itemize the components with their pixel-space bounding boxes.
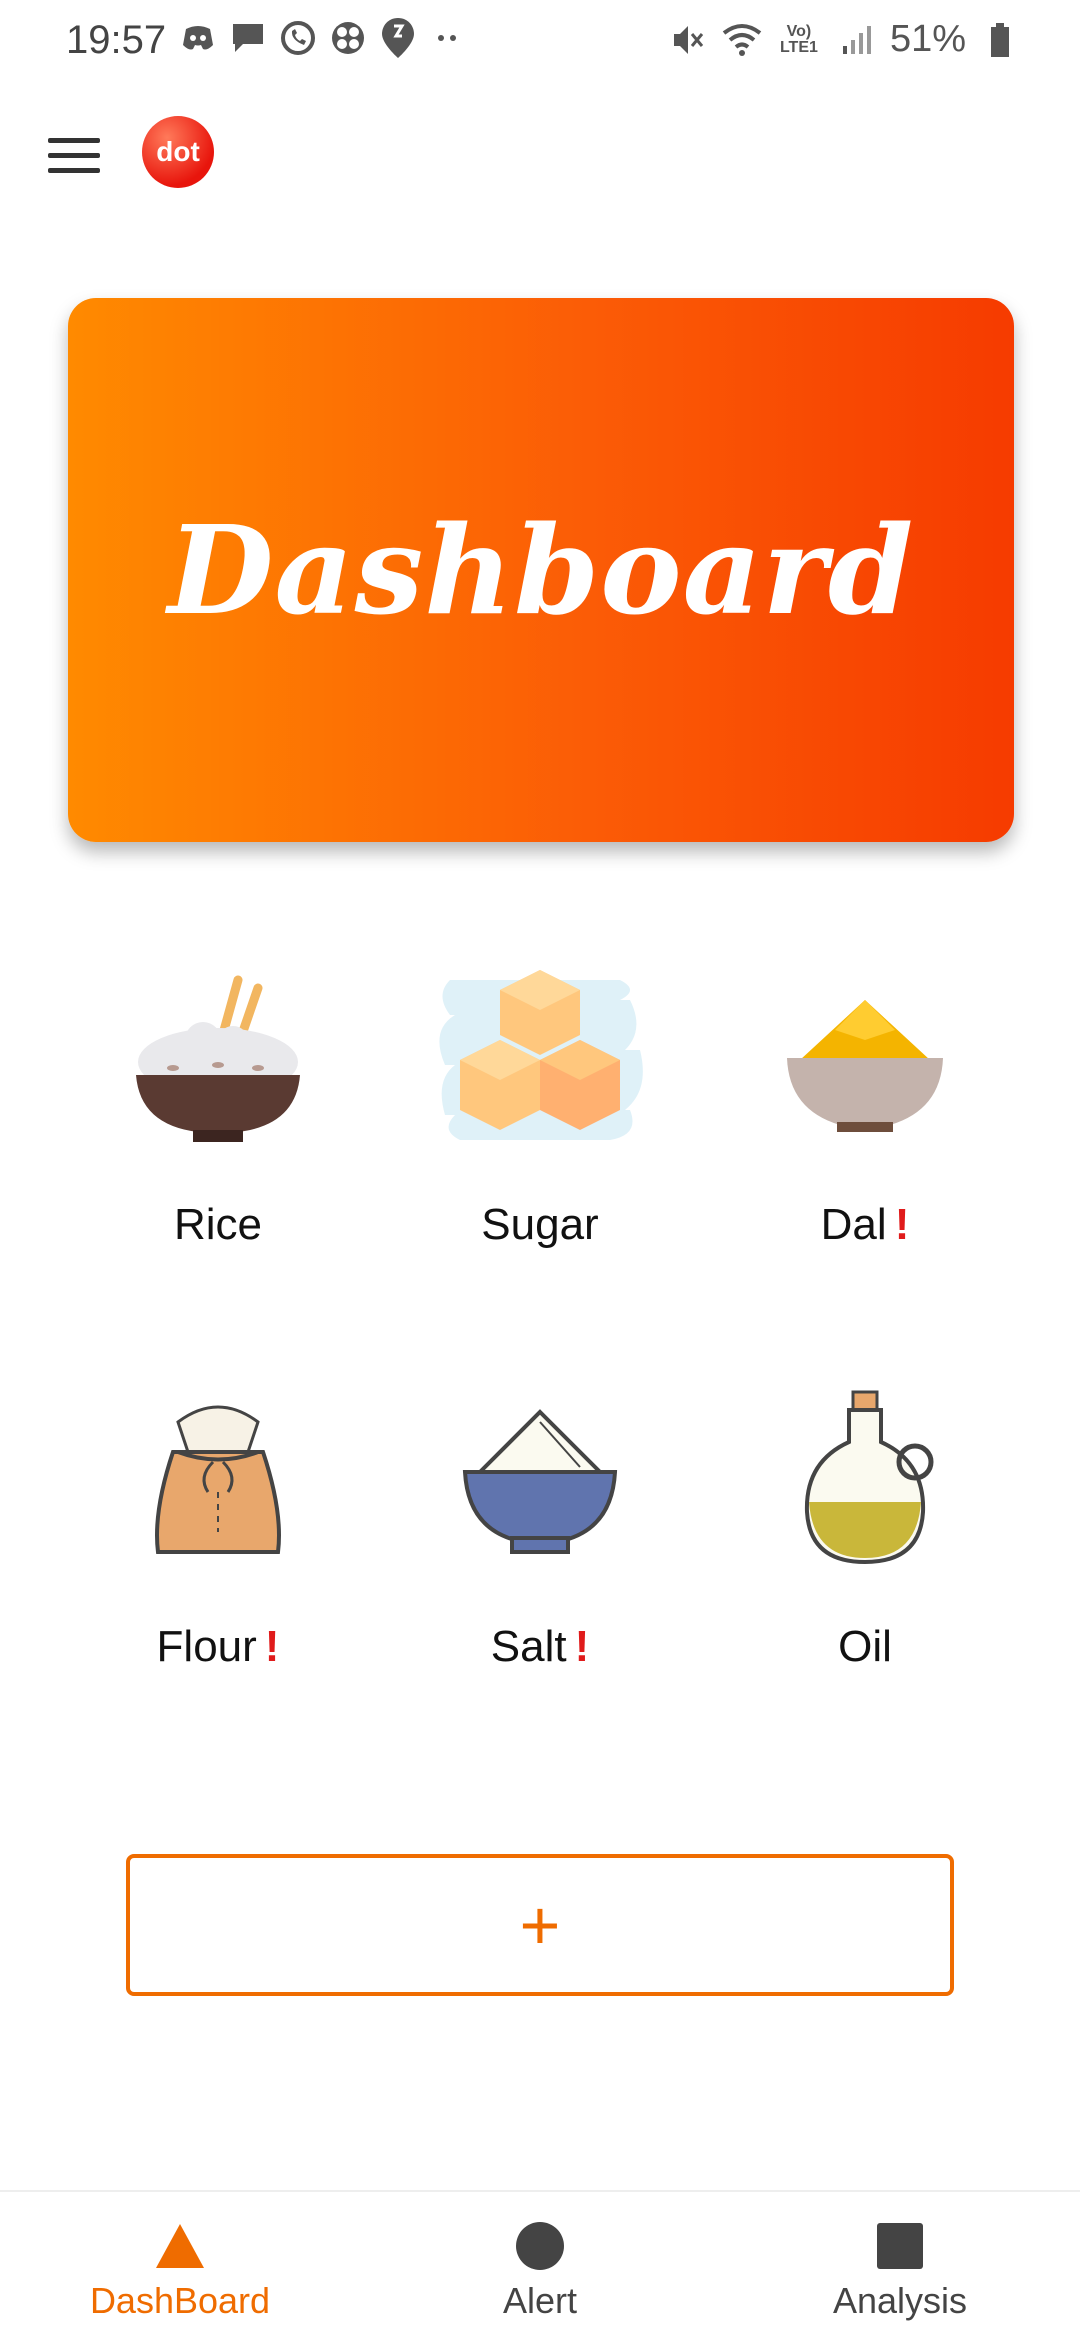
nav-label-dashboard: DashBoard [89, 2280, 271, 2321]
item-dal[interactable]: Dal! [715, 940, 1015, 1270]
alert-mark: ! [894, 1200, 910, 1249]
more-dots-icon [430, 20, 466, 56]
square-icon [877, 2223, 923, 2269]
nav-label-alert: Alert [502, 2280, 578, 2321]
discord-icon [180, 20, 216, 56]
salt-bowl-icon [430, 1362, 650, 1582]
item-label-text: Flour [156, 1622, 257, 1671]
item-salt[interactable]: Salt! [390, 1362, 690, 1692]
status-time: 19:57 [66, 18, 167, 62]
whatsapp-icon [280, 20, 316, 56]
item-label: Dal! [821, 1200, 910, 1250]
bottom-navigation: DashBoard Alert Analysis [0, 2190, 1080, 2342]
item-label-text: Salt [490, 1622, 567, 1671]
banner-title: Dashboard [167, 498, 915, 642]
mute-icon [668, 20, 708, 60]
volte-text: Vo) LTE1 [779, 22, 818, 56]
volte-icon: Vo) LTE1 [776, 20, 822, 60]
status-bar: 19:57 Vo) LTE1 51% [0, 0, 1080, 84]
item-label: Salt! [491, 1622, 589, 1672]
item-rice[interactable]: Rice [68, 940, 368, 1270]
alert-mark: ! [264, 1622, 280, 1671]
battery-percent: 51% [889, 18, 966, 60]
rice-bowl-icon [108, 940, 328, 1160]
nav-dashboard[interactable]: DashBoard [0, 2192, 360, 2342]
circle-icon [516, 2222, 564, 2270]
app-logo: dot [142, 116, 214, 188]
alert-mark: ! [574, 1622, 590, 1671]
battery-icon [980, 20, 1020, 60]
item-label-text: Oil [838, 1622, 892, 1671]
item-label: Flour! [157, 1622, 280, 1672]
item-label: Oil [838, 1622, 892, 1672]
sugar-cubes-icon [430, 940, 650, 1160]
item-sugar[interactable]: Sugar [390, 940, 690, 1270]
item-oil[interactable]: Oil [715, 1362, 1015, 1692]
plus-icon: + [519, 1886, 561, 1964]
oil-bottle-icon [755, 1362, 975, 1582]
message-icon [230, 20, 266, 56]
wifi-icon [722, 20, 762, 60]
dal-bowl-icon [755, 940, 975, 1160]
triangle-icon [156, 2224, 204, 2268]
item-label-text: Rice [173, 1200, 263, 1249]
nav-label-analysis: Analysis [832, 2280, 968, 2321]
hamburger-menu-icon[interactable] [48, 138, 100, 178]
app-icon [330, 20, 366, 56]
item-label-text: Dal [820, 1200, 887, 1249]
item-label-text: Sugar [481, 1200, 599, 1249]
logo-text: dot [156, 136, 200, 167]
item-label: Sugar [481, 1200, 598, 1250]
item-label: Rice [174, 1200, 262, 1250]
flour-sack-icon [108, 1362, 328, 1582]
location-icon [380, 18, 416, 58]
notification-icons [180, 18, 466, 58]
nav-analysis[interactable]: Analysis [720, 2192, 1080, 2342]
item-flour[interactable]: Flour! [68, 1362, 368, 1692]
dashboard-banner: Dashboard [68, 298, 1014, 842]
signal-icon [836, 20, 876, 60]
nav-alert[interactable]: Alert [360, 2192, 720, 2342]
system-icons: Vo) LTE1 51% [668, 18, 1020, 61]
add-item-button[interactable]: + [126, 1854, 954, 1996]
